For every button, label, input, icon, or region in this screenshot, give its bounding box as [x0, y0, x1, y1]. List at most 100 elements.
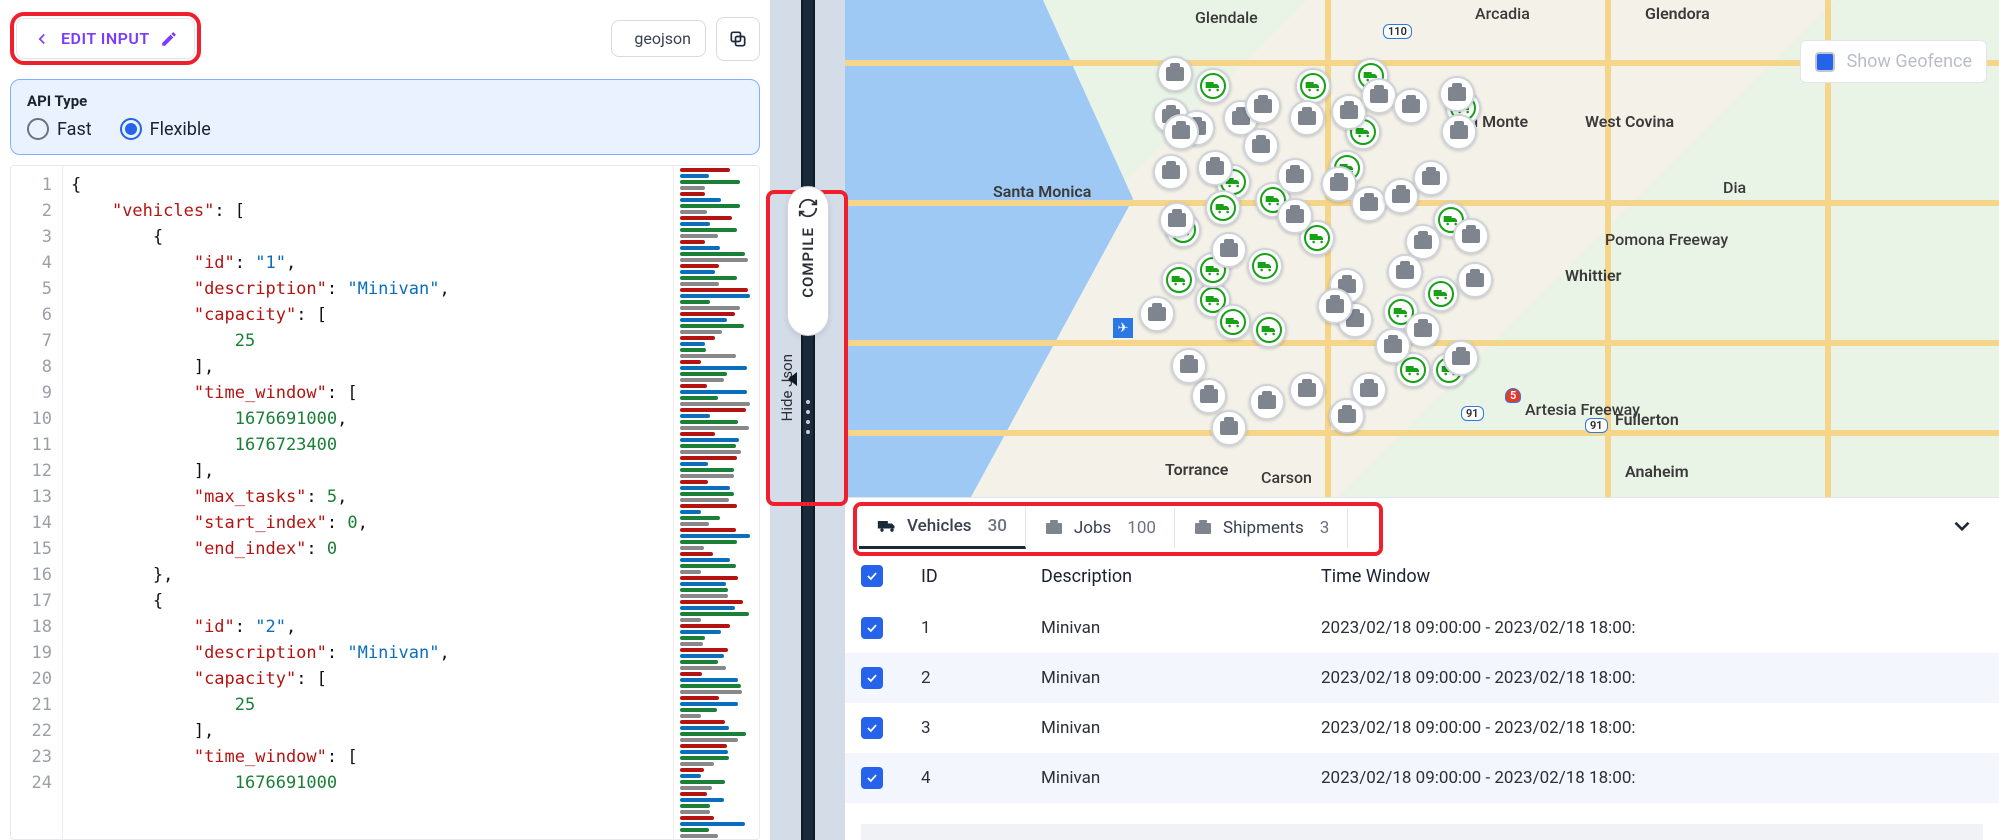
job-marker[interactable]	[1351, 186, 1387, 222]
tab-jobs[interactable]: Jobs100	[1026, 508, 1175, 548]
job-marker[interactable]	[1361, 78, 1397, 114]
job-marker[interactable]	[1211, 410, 1247, 446]
cell-time-window: 2023/02/18 09:00:00 - 2023/02/18 18:00:	[1321, 618, 1983, 638]
refresh-icon	[797, 197, 819, 219]
job-marker[interactable]	[1277, 198, 1313, 234]
col-time-window: Time Window	[1321, 566, 1983, 587]
cell-description: Minivan	[1041, 718, 1321, 738]
job-marker[interactable]	[1441, 114, 1477, 150]
job-marker[interactable]	[1159, 202, 1195, 238]
city-label: Dia	[1723, 178, 1746, 197]
job-marker[interactable]	[1329, 398, 1365, 434]
table-header: ID Description Time Window	[845, 549, 1999, 603]
table-row[interactable]: 3Minivan2023/02/18 09:00:00 - 2023/02/18…	[845, 703, 1999, 753]
city-label: Carson	[1261, 468, 1312, 487]
geojson-button[interactable]: geojson	[611, 20, 706, 57]
row-checkbox[interactable]	[861, 767, 883, 789]
job-marker[interactable]	[1243, 128, 1279, 164]
vehicle-marker[interactable]	[1423, 276, 1459, 312]
row-checkbox[interactable]	[861, 617, 883, 639]
cell-id: 3	[921, 718, 1041, 738]
col-description: Description	[1041, 566, 1321, 587]
job-marker[interactable]	[1153, 154, 1189, 190]
vehicle-marker[interactable]	[1295, 68, 1331, 104]
editor-gutter: 123456789101112131415161718192021222324	[11, 166, 63, 839]
panel-divider[interactable]: COMPILE Hide Json	[770, 0, 845, 840]
api-type-title: API Type	[27, 92, 743, 110]
job-marker[interactable]	[1197, 150, 1233, 186]
job-marker[interactable]	[1163, 114, 1199, 150]
job-marker[interactable]	[1457, 262, 1493, 298]
edit-input-button[interactable]: EDIT INPUT	[16, 18, 195, 59]
compile-label: COMPILE	[799, 227, 817, 298]
job-marker[interactable]	[1439, 76, 1475, 112]
editor-minimap[interactable]	[673, 166, 759, 839]
job-marker[interactable]	[1317, 288, 1353, 324]
vehicle-marker[interactable]	[1195, 68, 1231, 104]
cell-id: 4	[921, 768, 1041, 788]
job-marker[interactable]	[1289, 100, 1325, 136]
job-marker[interactable]	[1191, 378, 1227, 414]
api-type-panel: API Type Fast Flexible	[10, 79, 760, 155]
cell-description: Minivan	[1041, 768, 1321, 788]
job-marker[interactable]	[1393, 88, 1429, 124]
table-row[interactable]: 4Minivan2023/02/18 09:00:00 - 2023/02/18…	[845, 753, 1999, 803]
city-label: Santa Monica	[993, 182, 1091, 201]
highway-shield: 110	[1383, 24, 1412, 39]
tab-vehicles[interactable]: Vehicles30	[859, 506, 1026, 549]
highway-shield: 5	[1505, 388, 1521, 403]
compile-button[interactable]: COMPILE	[787, 186, 829, 336]
job-marker[interactable]	[1245, 88, 1281, 124]
table-row[interactable]: 1Minivan2023/02/18 09:00:00 - 2023/02/18…	[845, 603, 1999, 653]
job-marker[interactable]	[1413, 160, 1449, 196]
highway-shield: 91	[1585, 418, 1608, 433]
select-all-checkbox[interactable]	[861, 565, 883, 587]
city-label: Torrance	[1165, 460, 1228, 479]
job-marker[interactable]	[1289, 372, 1325, 408]
table-row[interactable]: 2Minivan2023/02/18 09:00:00 - 2023/02/18…	[845, 653, 1999, 703]
editor-code[interactable]: { "vehicles": [ { "id": "1", "descriptio…	[63, 166, 673, 839]
job-marker[interactable]	[1249, 384, 1285, 420]
tab-shipments[interactable]: Shipments3	[1175, 508, 1348, 548]
cell-description: Minivan	[1041, 618, 1321, 638]
show-geofence-toggle[interactable]: Show Geofence	[1800, 40, 1987, 83]
job-marker[interactable]	[1453, 218, 1489, 254]
copy-icon	[728, 29, 748, 49]
vehicle-marker[interactable]	[1251, 312, 1287, 348]
show-geofence-checkbox[interactable]	[1815, 52, 1835, 72]
vehicle-marker[interactable]	[1247, 248, 1283, 284]
cell-time-window: 2023/02/18 09:00:00 - 2023/02/18 18:00:	[1321, 668, 1983, 688]
job-marker[interactable]	[1157, 56, 1193, 92]
hide-json-label[interactable]: Hide Json	[778, 354, 796, 421]
map-canvas[interactable]: Show Geofence ArcadiaGlendoraGlendaleEl …	[845, 0, 1999, 498]
vehicles-table: ID Description Time Window 1Minivan2023/…	[845, 549, 1999, 824]
box-icon	[1193, 520, 1213, 536]
copy-button[interactable]	[716, 17, 760, 61]
job-marker[interactable]	[1375, 328, 1411, 364]
row-checkbox[interactable]	[861, 667, 883, 689]
city-label: Fullerton	[1615, 410, 1679, 429]
api-type-radio-flexible[interactable]: Flexible	[120, 118, 211, 140]
vehicle-marker[interactable]	[1161, 262, 1197, 298]
job-marker[interactable]	[1171, 348, 1207, 384]
row-checkbox[interactable]	[861, 717, 883, 739]
horizontal-scrollbar[interactable]	[861, 824, 1983, 840]
highway-shield: 91	[1461, 406, 1484, 421]
job-marker[interactable]	[1277, 158, 1313, 194]
city-label: Anaheim	[1625, 462, 1689, 481]
city-label: Whittier	[1565, 266, 1621, 285]
city-label: Glendora	[1645, 4, 1710, 23]
api-type-radio-fast[interactable]: Fast	[27, 118, 92, 140]
collapse-panel-button[interactable]	[1949, 513, 1975, 543]
job-marker[interactable]	[1211, 232, 1247, 268]
city-label: Glendale	[1195, 8, 1258, 27]
edit-input-label: EDIT INPUT	[61, 29, 150, 48]
job-marker[interactable]	[1387, 254, 1423, 290]
job-marker[interactable]	[1139, 296, 1175, 332]
collapse-left-icon[interactable]	[788, 372, 797, 386]
job-marker[interactable]	[1443, 340, 1479, 376]
vehicle-marker[interactable]	[1205, 190, 1241, 226]
city-label: Pomona Freeway	[1605, 230, 1728, 249]
json-editor[interactable]: 123456789101112131415161718192021222324 …	[10, 165, 760, 840]
vehicle-marker[interactable]	[1215, 304, 1251, 340]
